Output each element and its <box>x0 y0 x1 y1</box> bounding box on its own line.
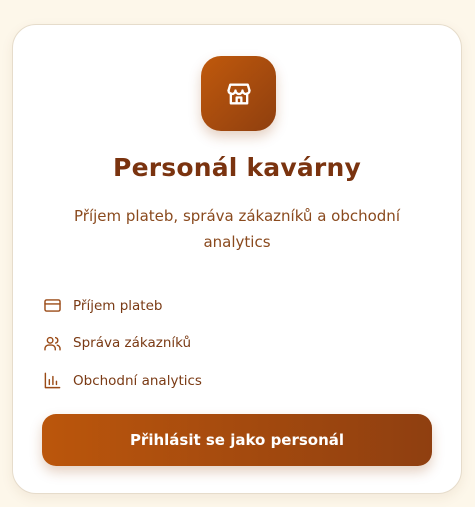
feature-list: Příjem plateb Správa zákazníků Obchodní … <box>42 287 202 400</box>
login-card: Personál kavárny Příjem plateb, správa z… <box>12 24 462 494</box>
staff-login-button[interactable]: Přihlásit se jako personál <box>42 414 432 466</box>
feature-item-analytics: Obchodní analytics <box>42 362 202 400</box>
users-icon <box>42 333 62 353</box>
feature-label: Příjem plateb <box>73 297 163 314</box>
feature-item-customers: Správa zákazníků <box>42 325 202 363</box>
page-subtitle: Příjem plateb, správa zákazníků a obchod… <box>74 207 400 251</box>
store-icon <box>226 83 251 105</box>
store-logo <box>201 56 276 131</box>
feature-label: Správa zákazníků <box>73 335 192 352</box>
credit-card-icon <box>42 296 62 316</box>
bar-chart-icon <box>42 371 62 391</box>
feature-item-payments: Příjem plateb <box>42 287 202 325</box>
feature-label: Obchodní analytics <box>73 372 202 389</box>
page-title: Personál kavárny <box>113 153 361 182</box>
